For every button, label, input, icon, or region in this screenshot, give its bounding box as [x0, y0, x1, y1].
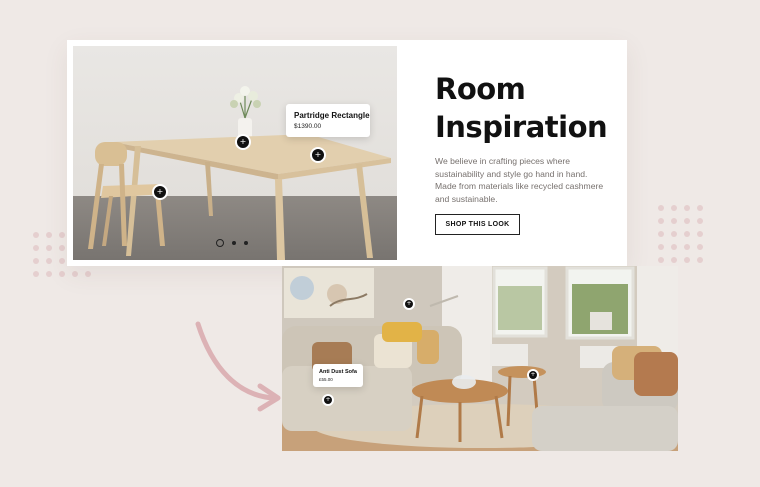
title-line-1: Room — [435, 72, 526, 106]
product-name: Anti Dust Sofa — [319, 369, 357, 375]
slider-dot-active[interactable] — [216, 239, 224, 247]
hotspot-sofa[interactable]: + — [322, 394, 334, 406]
product-price: £55.00 — [319, 377, 333, 382]
hotspot-table[interactable]: + — [310, 147, 326, 163]
slider-dot[interactable] — [232, 241, 236, 245]
curved-arrow-icon — [195, 321, 281, 412]
page-title: Room Inspiration — [435, 70, 615, 146]
dining-table-photo: + + + Partridge Rectangle $1390.00 — [73, 46, 397, 260]
hotspot-vase[interactable]: + — [235, 134, 251, 150]
slider-pagination — [216, 239, 248, 247]
decorative-dot-grid-right — [658, 205, 703, 263]
title-line-2: Inspiration — [435, 110, 608, 144]
room-inspiration-card: + + + Partridge Rectangle $1390.00 Room … — [67, 40, 627, 266]
product-tooltip-sofa[interactable]: Anti Dust Sofa £55.00 — [313, 364, 363, 387]
slider-dot[interactable] — [244, 241, 248, 245]
hotspot-chair[interactable]: + — [152, 184, 168, 200]
living-room-photo: + + + Anti Dust Sofa £55.00 — [282, 266, 678, 451]
hotspot-side-table[interactable]: + — [527, 369, 539, 381]
description-text: We believe in crafting pieces where sust… — [435, 156, 604, 204]
hotspot-wall-art[interactable]: + — [403, 298, 415, 310]
product-tooltip-table[interactable]: Partridge Rectangle $1390.00 — [286, 104, 370, 137]
product-name: Partridge Rectangle — [294, 111, 370, 120]
product-price: $1390.00 — [294, 123, 322, 130]
shop-this-look-button[interactable]: SHOP THIS LOOK — [435, 214, 520, 235]
